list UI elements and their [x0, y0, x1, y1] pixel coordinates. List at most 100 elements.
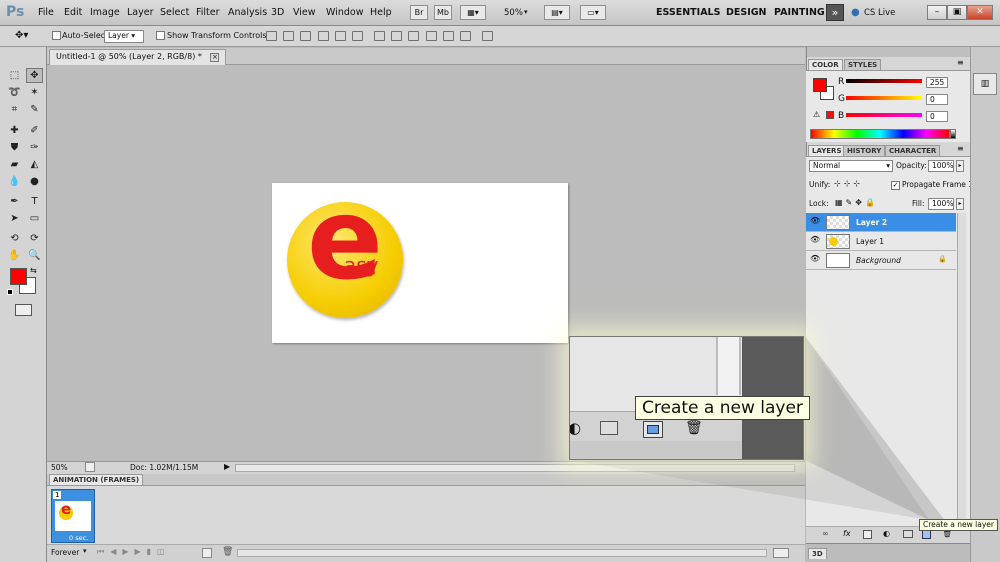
fill-slider-button[interactable]: ▸ — [956, 198, 964, 210]
history-brush-icon[interactable]: ✑ — [26, 140, 43, 155]
lock-icons[interactable]: ▦✎✥🔒 — [835, 198, 878, 207]
align-right-icon[interactable] — [352, 31, 363, 41]
auto-align-icon[interactable] — [482, 31, 493, 41]
align-bottom-icon[interactable] — [300, 31, 311, 41]
close-tab-icon[interactable]: × — [210, 53, 220, 62]
distribute-top-icon[interactable] — [374, 31, 385, 41]
zoom-tool-icon[interactable]: 🔍 — [26, 248, 43, 263]
eye-icon[interactable]: 👁 — [810, 216, 820, 225]
distribute-left-icon[interactable] — [426, 31, 437, 41]
menu-select[interactable]: Select — [160, 7, 189, 18]
zoom-level-select[interactable]: 50% — [504, 8, 523, 18]
paint-bucket-icon[interactable]: ◭ — [26, 157, 43, 172]
workspace-painting[interactable]: PAINTING — [774, 7, 825, 18]
crop-tool-icon[interactable]: ⌗ — [6, 102, 23, 117]
green-value[interactable]: 0 — [926, 94, 948, 105]
hand-tool-icon[interactable]: ✋ — [6, 248, 23, 263]
status-menu-icon[interactable] — [85, 462, 95, 472]
animation-frame[interactable]: 1 e 0 sec. — [51, 489, 95, 543]
animation-scrollbar[interactable] — [237, 549, 767, 557]
more-workspaces-button[interactable]: » — [826, 4, 844, 21]
align-vcenter-icon[interactable] — [283, 31, 294, 41]
move-tool-icon[interactable]: ✥ — [26, 68, 43, 83]
propagate-checkbox[interactable]: ✓ — [891, 180, 900, 190]
distribute-bottom-icon[interactable] — [408, 31, 419, 41]
playback-buttons[interactable]: ⏮◀▶▶▮◫ — [97, 547, 171, 557]
auto-select-checkbox[interactable] — [52, 31, 61, 43]
eye-icon[interactable]: 👁 — [810, 254, 820, 263]
green-slider[interactable] — [846, 96, 922, 100]
path-selection-icon[interactable]: ➤ — [6, 211, 23, 226]
layer-row-layer-2[interactable]: 👁 Layer 2 — [806, 213, 956, 232]
arrange-documents-button[interactable]: ▤▾ — [544, 5, 570, 20]
duplicate-frame-icon[interactable] — [202, 548, 212, 558]
menu-image[interactable]: Image — [90, 7, 120, 18]
default-colors-icon[interactable] — [7, 289, 13, 295]
status-arrow-icon[interactable]: ▶ — [224, 462, 230, 471]
styles-tab[interactable]: STYLES — [844, 59, 882, 70]
cs-live-button[interactable]: CS Live — [864, 8, 895, 18]
menu-help[interactable]: Help — [370, 7, 392, 18]
eyedropper-icon[interactable]: ✎ — [26, 102, 43, 117]
eye-icon[interactable]: 👁 — [810, 235, 820, 244]
close-button[interactable]: ✕ — [967, 5, 993, 20]
shape-tool-icon[interactable]: ▭ — [26, 211, 43, 226]
info-panel-icon[interactable]: ▥ — [973, 73, 997, 95]
bridge-button[interactable]: Br — [410, 5, 428, 20]
document-canvas[interactable]: e asy — [272, 183, 568, 343]
mini-bridge-button[interactable]: Mb — [434, 5, 452, 20]
type-tool-icon[interactable]: T — [26, 194, 43, 209]
move-tool-preset-icon[interactable]: ✥▾ — [15, 30, 28, 41]
workspace-essentials[interactable]: ESSENTIALS — [656, 7, 720, 18]
magic-wand-icon[interactable]: ✶ — [26, 85, 43, 100]
blue-slider[interactable] — [846, 113, 922, 117]
restore-button[interactable]: ▣ — [947, 5, 967, 20]
menu-layer[interactable]: Layer — [127, 7, 154, 18]
red-slider[interactable] — [846, 79, 922, 83]
align-left-icon[interactable] — [318, 31, 329, 41]
pen-tool-icon[interactable]: ✒ — [6, 194, 23, 209]
auto-select-dropdown[interactable]: Layer ▾ — [104, 30, 144, 43]
quick-mask-icon[interactable] — [15, 304, 32, 316]
blur-tool-icon[interactable]: 💧 — [6, 174, 23, 189]
gamut-color-swatch[interactable] — [826, 111, 834, 119]
color-spectrum[interactable] — [810, 129, 950, 139]
distribute-right-icon[interactable] — [460, 31, 471, 41]
layers-tab[interactable]: LAYERS — [808, 145, 846, 156]
distribute-hcenter-icon[interactable] — [443, 31, 454, 41]
menu-edit[interactable]: Edit — [64, 7, 82, 18]
clone-stamp-icon[interactable]: ⛊ — [6, 140, 23, 155]
swap-colors-icon[interactable]: ⇆ — [30, 266, 37, 275]
loop-select[interactable]: Forever — [51, 548, 79, 557]
opacity-input[interactable]: 100% — [928, 160, 954, 172]
blend-mode-dropdown[interactable]: Normal ▾ — [809, 160, 893, 172]
distribute-vcenter-icon[interactable] — [391, 31, 402, 41]
history-tab[interactable]: HISTORY — [843, 145, 886, 156]
opacity-slider-button[interactable]: ▸ — [956, 160, 964, 172]
healing-brush-icon[interactable]: ✚ — [6, 123, 23, 138]
frame-delay[interactable]: 0 sec. — [69, 534, 88, 542]
show-transform-checkbox[interactable] — [156, 31, 165, 43]
3d-orbit-icon[interactable]: ⟳ — [26, 231, 43, 246]
timeline-toggle-icon[interactable] — [773, 548, 789, 558]
menu-file[interactable]: File — [38, 7, 54, 18]
layers-panel-menu-icon[interactable]: ≡ — [957, 144, 964, 153]
workspace-design[interactable]: DESIGN — [726, 7, 767, 18]
layer-row-layer-1[interactable]: 👁 Layer 1 — [806, 232, 956, 251]
eraser-tool-icon[interactable]: ▰ — [6, 157, 23, 172]
animation-tab[interactable]: ANIMATION (FRAMES) — [49, 474, 144, 485]
menu-3d[interactable]: 3D — [271, 7, 284, 18]
lasso-tool-icon[interactable]: ➰ — [6, 85, 23, 100]
3d-tab[interactable]: 3D — [808, 548, 827, 559]
color-tab[interactable]: COLOR — [808, 59, 843, 70]
color-foreground-swatch[interactable] — [813, 78, 827, 92]
red-value[interactable]: 255 — [926, 77, 948, 88]
3d-rotate-icon[interactable]: ⟲ — [6, 231, 23, 246]
document-tab[interactable]: Untitled-1 @ 50% (Layer 2, RGB/8) * × — [49, 49, 227, 65]
align-hcenter-icon[interactable] — [335, 31, 346, 41]
panel-menu-icon[interactable]: ≡ — [957, 58, 964, 67]
menu-filter[interactable]: Filter — [196, 7, 220, 18]
character-tab[interactable]: CHARACTER — [885, 145, 941, 156]
blue-value[interactable]: 0 — [926, 111, 948, 122]
menu-view[interactable]: View — [293, 7, 316, 18]
